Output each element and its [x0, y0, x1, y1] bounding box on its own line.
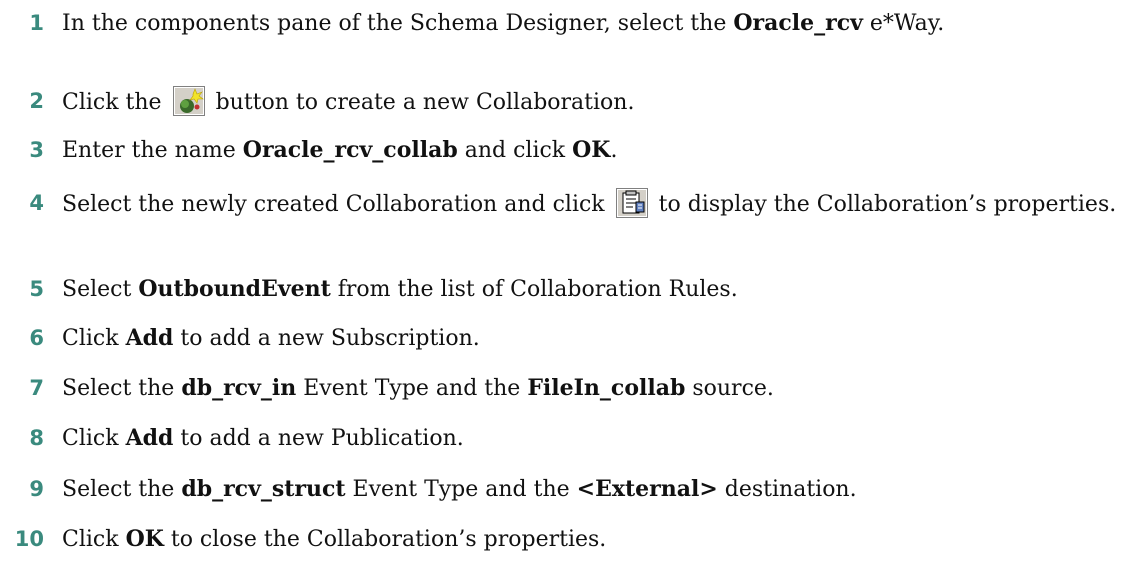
step-text: Select the db_rcv_in Event Type and the …	[62, 373, 1122, 404]
step-text-run: Event Type and the	[345, 477, 577, 502]
step-text: Select OutboundEvent from the list of Co…	[62, 274, 1122, 305]
step-number: 1	[29, 11, 44, 35]
step-text-run: Select	[62, 277, 139, 302]
step-text-run: Select the	[62, 376, 182, 401]
properties-icon	[615, 188, 648, 218]
step-text: In the components pane of the Schema Des…	[62, 8, 1122, 39]
step-text-run: from the list of Collaboration Rules.	[330, 277, 738, 302]
step-text-run: to close the Collaboration’s properties.	[163, 527, 607, 552]
step-text-run: source.	[685, 376, 774, 401]
step-number: 10	[14, 527, 44, 551]
step-ui-term: db_rcv_struct	[181, 476, 346, 502]
step-text: Enter the name Oracle_rcv_collab and cli…	[62, 135, 1122, 166]
step-text-run: to add a new Subscription.	[173, 326, 480, 351]
step-text-run: Click	[62, 527, 126, 552]
step-text: Click OK to close the Collaboration’s pr…	[62, 524, 1122, 555]
step-text: Click the button to create a new Collabo…	[62, 86, 1122, 118]
step-text-run: Enter the name	[62, 138, 243, 163]
step-number: 8	[29, 426, 44, 450]
step-ui-term: Oracle_rcv_collab	[242, 137, 458, 163]
new-collaboration-icon	[172, 86, 205, 116]
step-text-run: Click	[62, 326, 126, 351]
step-text: Select the db_rcv_struct Event Type and …	[62, 474, 1122, 505]
step-text: Select the newly created Collaboration a…	[62, 188, 1122, 220]
step-text: Click Add to add a new Publication.	[62, 423, 1122, 454]
step-text-run: Click	[62, 426, 126, 451]
step-text-run: Select the newly created Collaboration a…	[62, 192, 612, 217]
step-number: 7	[29, 376, 44, 400]
step-text-run: to display the Collaboration’s propertie…	[651, 192, 1117, 217]
step-text-run: and click	[457, 138, 573, 163]
step-text-run: button to create a new Collaboration.	[208, 90, 635, 115]
step-number: 3	[29, 138, 44, 162]
step-ui-term: Add	[125, 425, 174, 451]
step-number: 6	[29, 326, 44, 350]
step-number: 2	[29, 89, 44, 113]
step-text-run: e*Way.	[862, 11, 945, 36]
step-text-run: In the components pane of the Schema Des…	[62, 11, 734, 36]
step-text-run: Select the	[62, 477, 182, 502]
step-number: 9	[29, 477, 44, 501]
step-ui-term: FileIn_collab	[527, 375, 686, 401]
step-ui-term: Add	[125, 325, 174, 351]
step-ui-term: OK	[125, 526, 164, 552]
step-text-run: Event Type and the	[296, 376, 528, 401]
step-ui-term: OutboundEvent	[138, 276, 331, 302]
step-text: Click Add to add a new Subscription.	[62, 323, 1122, 354]
step-ui-term: <External>	[576, 476, 718, 502]
step-text-run: .	[610, 138, 618, 163]
step-text-run: Click the	[62, 90, 169, 115]
step-ui-term: Oracle_rcv	[733, 10, 863, 36]
step-ui-term: OK	[572, 137, 611, 163]
step-number: 5	[29, 277, 44, 301]
step-number: 4	[29, 191, 44, 215]
step-text-run: to add a new Publication.	[173, 426, 464, 451]
step-ui-term: db_rcv_in	[181, 375, 297, 401]
step-text-run: destination.	[717, 477, 857, 502]
